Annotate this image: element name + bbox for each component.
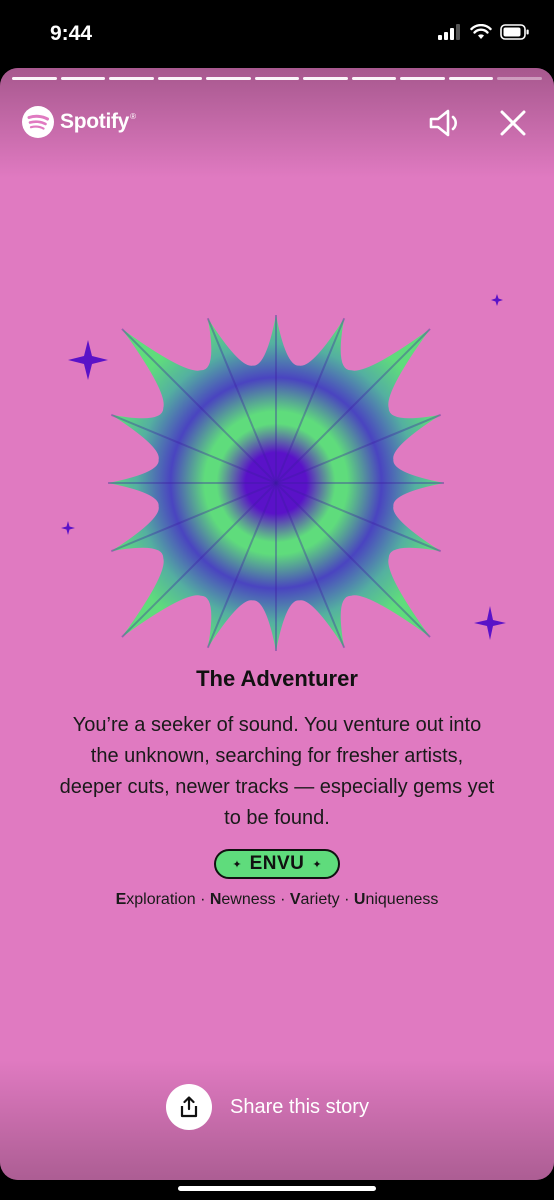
burst-rays [108,315,444,651]
brand-trademark: ® [130,112,136,121]
progress-segment [448,77,494,80]
share-story-button[interactable]: Share this story [166,1084,369,1130]
status-icons [438,24,530,40]
speaker-icon [429,109,457,137]
signal-icon [438,24,460,40]
spotify-brand: Spotify ® [22,106,136,138]
trait-separator: · [339,891,354,908]
share-label[interactable]: Share this story [230,1096,369,1119]
adventurer-artwork [61,294,506,651]
trait-item: Newness [209,891,276,908]
wifi-icon [470,24,492,39]
mute-button[interactable] [428,106,462,140]
progress-segment [157,77,203,80]
close-icon [500,110,526,136]
personality-code-badge: ✦ ENVU ✦ [214,849,340,879]
sparkle-icon: ✦ [232,858,242,871]
progress-segment [400,77,445,80]
progress-segment [497,77,543,80]
story-card[interactable]: Spotify ® The Adventurer You’re a seeker… [0,68,554,1180]
personality-description: You’re a seeker of sound. You venture ou… [59,714,495,829]
progress-segment [206,77,251,80]
progress-segment [351,77,397,80]
battery-icon [500,24,529,40]
brand-name: Spotify [60,110,130,133]
trait-item: Variety [289,891,340,908]
close-button[interactable] [496,106,530,140]
personality-title: The Adventurer [196,666,358,691]
trait-list: Exploration · Newness · Variety · Unique… [0,891,554,909]
progress-segment [254,77,300,80]
sparkle-icon [61,521,75,535]
sparkle-icon [491,294,503,306]
badge-label: ENVU [249,853,305,874]
share-button-circle[interactable] [166,1084,212,1130]
progress-segment [12,77,57,80]
trait-separator: · [275,891,290,908]
trait-item: Exploration [115,891,196,908]
story-progress-bar [12,77,543,80]
status-time: 9:44 [50,22,93,45]
trait-item: Uniqueness [353,891,439,908]
share-icon [180,1096,198,1118]
trait-separator: · [195,891,210,908]
sparkle-icon [474,606,506,640]
home-indicator[interactable] [178,1186,376,1191]
progress-segment [303,77,348,80]
progress-segment [109,77,154,80]
sparkle-icon: ✦ [312,858,322,871]
sparkle-icon [68,340,108,380]
spotify-logo-icon [22,106,54,138]
status-bar: 9:44 [0,0,554,68]
progress-segment [60,77,106,80]
